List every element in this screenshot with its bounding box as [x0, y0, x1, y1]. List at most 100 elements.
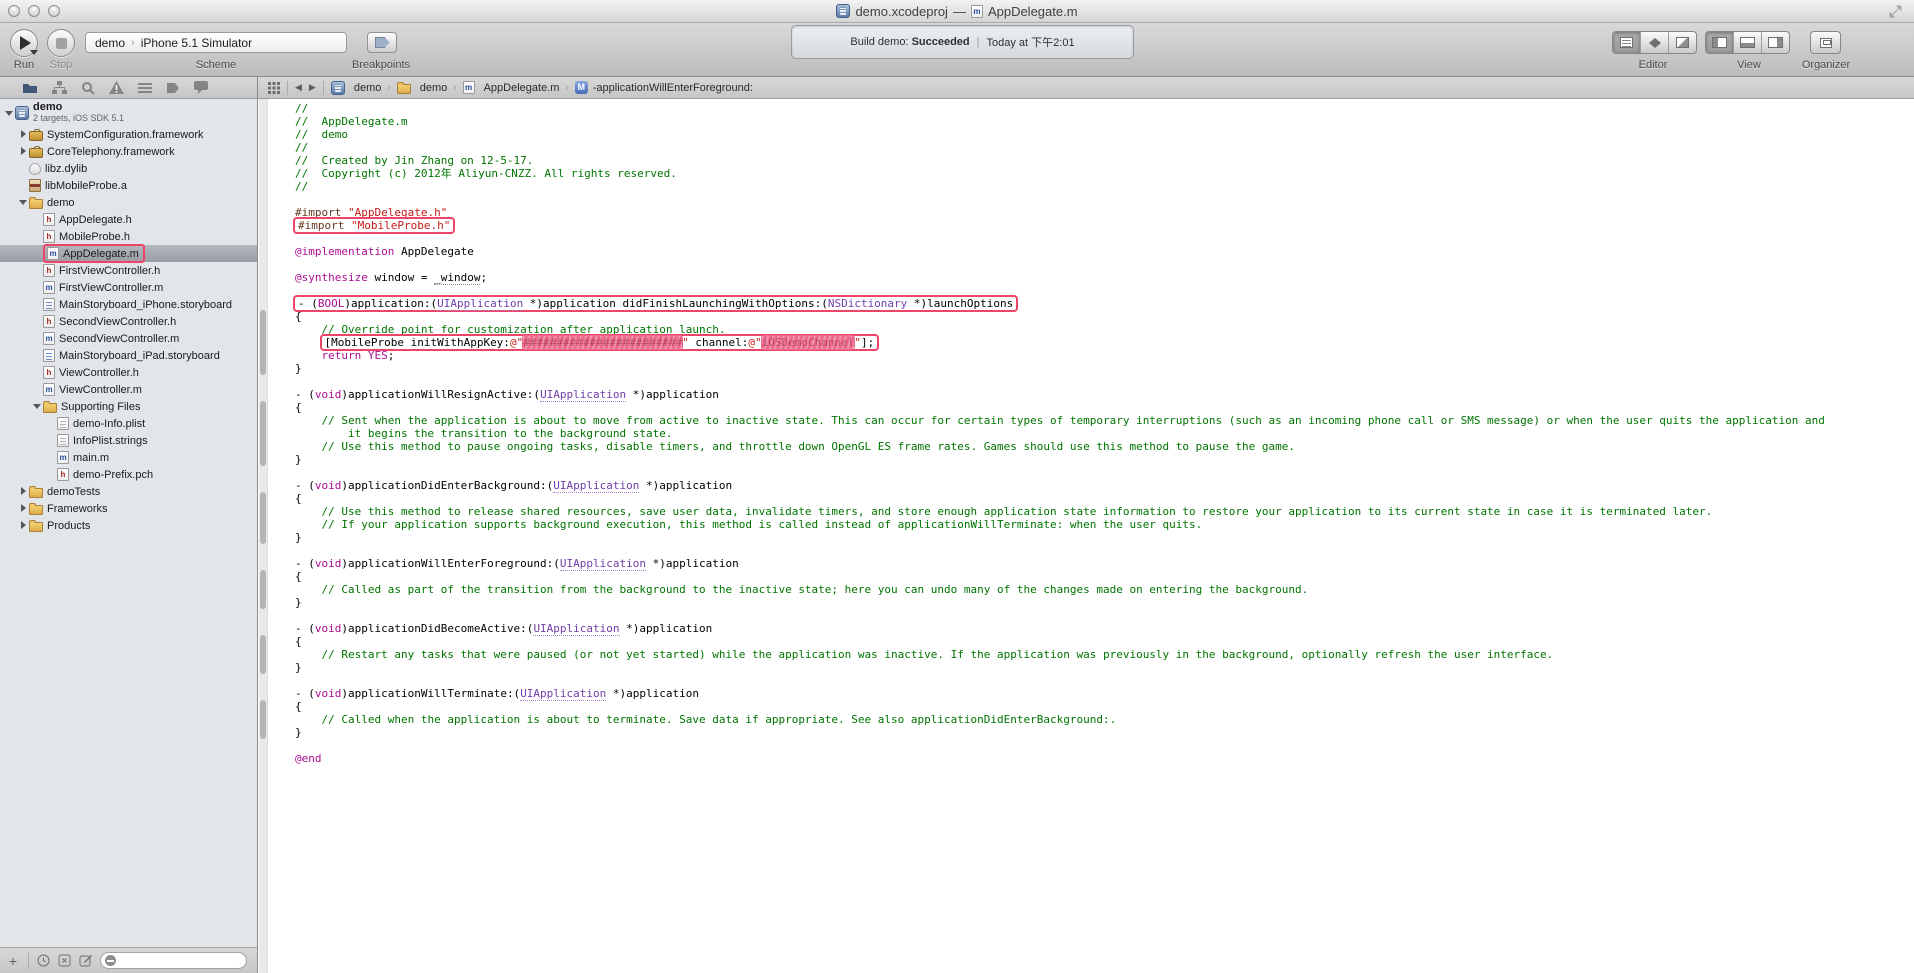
tree-item-AppDelegate.m[interactable]: AppDelegate.m — [0, 245, 257, 262]
breadcrumb-item[interactable]: -applicationWillEnterForeground: — [593, 82, 753, 94]
fold-ribbon-marker[interactable] — [260, 635, 266, 674]
organizer-button[interactable] — [1810, 31, 1841, 54]
disclosure-triangle[interactable] — [18, 129, 29, 140]
project-tree: demo2 targets, iOS SDK 5.1 SystemConfigur… — [0, 100, 257, 946]
tree-item-label: SystemConfiguration.framework — [47, 129, 204, 141]
h-file-icon — [43, 213, 55, 226]
disclosure-triangle[interactable] — [18, 520, 29, 531]
disclosure-triangle[interactable] — [4, 108, 15, 119]
filter-scm-icon[interactable] — [58, 954, 71, 967]
breakpoint-navigator-icon[interactable] — [166, 82, 180, 94]
fullscreen-icon[interactable] — [1889, 5, 1902, 18]
add-button[interactable]: + — [6, 954, 20, 968]
sb-file-icon — [43, 298, 55, 311]
search-navigator-icon[interactable] — [81, 81, 95, 95]
debug-area-button[interactable] — [1734, 32, 1762, 53]
tree-item-SecondViewController.h[interactable]: SecondViewController.h — [0, 313, 257, 330]
tree-item-Supporting Files[interactable]: Supporting Files — [0, 398, 257, 415]
breadcrumb-item[interactable]: demo — [420, 82, 448, 94]
fold-ribbon-marker[interactable] — [260, 401, 266, 466]
code-line: // — [295, 141, 1914, 154]
tree-item-libMobileProbe.a[interactable]: libMobileProbe.a — [0, 177, 257, 194]
view-segmented-control — [1705, 31, 1790, 54]
filter-field[interactable] — [100, 952, 247, 969]
stop-button[interactable] — [47, 29, 75, 57]
tree-item-libz.dylib[interactable]: libz.dylib — [0, 160, 257, 177]
disclosure-triangle[interactable] — [18, 503, 29, 514]
filter-recent-icon[interactable] — [37, 954, 50, 967]
tree-item-MainStoryboard_iPad.storyboard[interactable]: MainStoryboard_iPad.storyboard — [0, 347, 257, 364]
tree-item-FirstViewController.h[interactable]: FirstViewController.h — [0, 262, 257, 279]
run-button[interactable] — [10, 29, 38, 57]
breadcrumb-item[interactable]: AppDelegate.m — [484, 82, 560, 94]
tree-item-demo[interactable]: demo — [0, 194, 257, 211]
tree-item-Products[interactable]: Products — [0, 517, 257, 534]
tree-item-demo-Info.plist[interactable]: demo-Info.plist — [0, 415, 257, 432]
tree-item-main.m[interactable]: main.m — [0, 449, 257, 466]
scheme-selector[interactable]: demo › iPhone 5.1 Simulator — [85, 32, 347, 53]
disclosure-triangle[interactable] — [18, 486, 29, 497]
assistant-editor-button[interactable] — [1641, 32, 1669, 53]
code-line: } — [295, 726, 1914, 739]
tree-item-FirstViewController.m[interactable]: FirstViewController.m — [0, 279, 257, 296]
tree-item-MobileProbe.h[interactable]: MobileProbe.h — [0, 228, 257, 245]
back-button[interactable]: ◀ — [295, 82, 302, 93]
code-area[interactable]: //// AppDelegate.m// demo//// Created by… — [295, 102, 1914, 765]
tree-item-SystemConfiguration.framework[interactable]: SystemConfiguration.framework — [0, 126, 257, 143]
tree-item-demo-Prefix.pch[interactable]: demo-Prefix.pch — [0, 466, 257, 483]
row-content: demo-Prefix.pch — [57, 468, 153, 481]
fold-ribbon-marker[interactable] — [260, 700, 266, 739]
code-line: } — [295, 362, 1914, 375]
code-line: } — [295, 531, 1914, 544]
disclosure-triangle[interactable] — [18, 197, 29, 208]
fold-ribbon-marker[interactable] — [260, 570, 266, 609]
fold-ribbon-marker[interactable] — [260, 492, 266, 544]
h-file-icon — [43, 366, 55, 379]
fold-ribbon-marker[interactable] — [260, 310, 266, 375]
related-items-icon[interactable] — [268, 82, 280, 94]
tree-item-demoTests[interactable]: demoTests — [0, 483, 257, 500]
tree-item-AppDelegate.h[interactable]: AppDelegate.h — [0, 211, 257, 228]
docplain-file-icon — [57, 434, 69, 447]
version-editor-button[interactable] — [1669, 32, 1696, 53]
code-line: { — [295, 700, 1914, 713]
method-icon: M — [575, 81, 588, 94]
disclosure-triangle[interactable] — [32, 401, 43, 412]
symbol-navigator-icon[interactable] — [52, 81, 67, 94]
tree-item-SecondViewController.m[interactable]: SecondViewController.m — [0, 330, 257, 347]
tree-item-MainStoryboard_iPhone.storyboard[interactable]: MainStoryboard_iPhone.storyboard — [0, 296, 257, 313]
tree-item-ViewController.h[interactable]: ViewController.h — [0, 364, 257, 381]
row-content: SecondViewController.m — [43, 332, 179, 345]
navigator-panel-button[interactable] — [1706, 32, 1734, 53]
code-line: // Called when the application is about … — [295, 713, 1914, 726]
filter-unsaved-icon[interactable] — [79, 954, 92, 967]
disclosure-triangle[interactable] — [18, 146, 29, 157]
tree-item-label: AppDelegate.h — [59, 214, 132, 226]
log-navigator-icon[interactable] — [194, 81, 208, 94]
source-editor[interactable]: //// AppDelegate.m// demo//// Created by… — [259, 99, 1914, 973]
code-line: } — [295, 453, 1914, 466]
folder-file-icon — [29, 505, 43, 515]
tree-item-ViewController.m[interactable]: ViewController.m — [0, 381, 257, 398]
code-line: - (void)applicationDidBecomeActive:(UIAp… — [295, 622, 1914, 635]
code-line: - (void)applicationDidEnterBackground:(U… — [295, 479, 1914, 492]
tree-item-InfoPlist.strings[interactable]: InfoPlist.strings — [0, 432, 257, 449]
debug-area-icon — [1740, 37, 1755, 48]
tree-item-label: SecondViewController.h — [59, 316, 176, 328]
tree-item-Frameworks[interactable]: Frameworks — [0, 500, 257, 517]
forward-button[interactable]: ▶ — [309, 82, 316, 93]
utilities-panel-button[interactable] — [1762, 32, 1789, 53]
stop-label: Stop — [37, 59, 85, 71]
debug-navigator-icon[interactable] — [138, 82, 152, 94]
h-file-icon — [43, 264, 55, 277]
tree-item-CoreTelephony.framework[interactable]: CoreTelephony.framework — [0, 143, 257, 160]
issue-navigator-icon[interactable] — [109, 81, 124, 94]
breakpoints-button[interactable] — [367, 32, 397, 53]
project-navigator-icon[interactable] — [22, 82, 38, 94]
annotation-box: AppDelegate.m — [43, 244, 145, 263]
tree-item-demo[interactable]: demo2 targets, iOS SDK 5.1 — [0, 100, 257, 126]
standard-editor-button[interactable] — [1613, 32, 1641, 53]
code-line: { — [295, 401, 1914, 414]
fold-ribbon — [259, 99, 268, 973]
breadcrumb-item[interactable]: demo — [354, 82, 382, 94]
